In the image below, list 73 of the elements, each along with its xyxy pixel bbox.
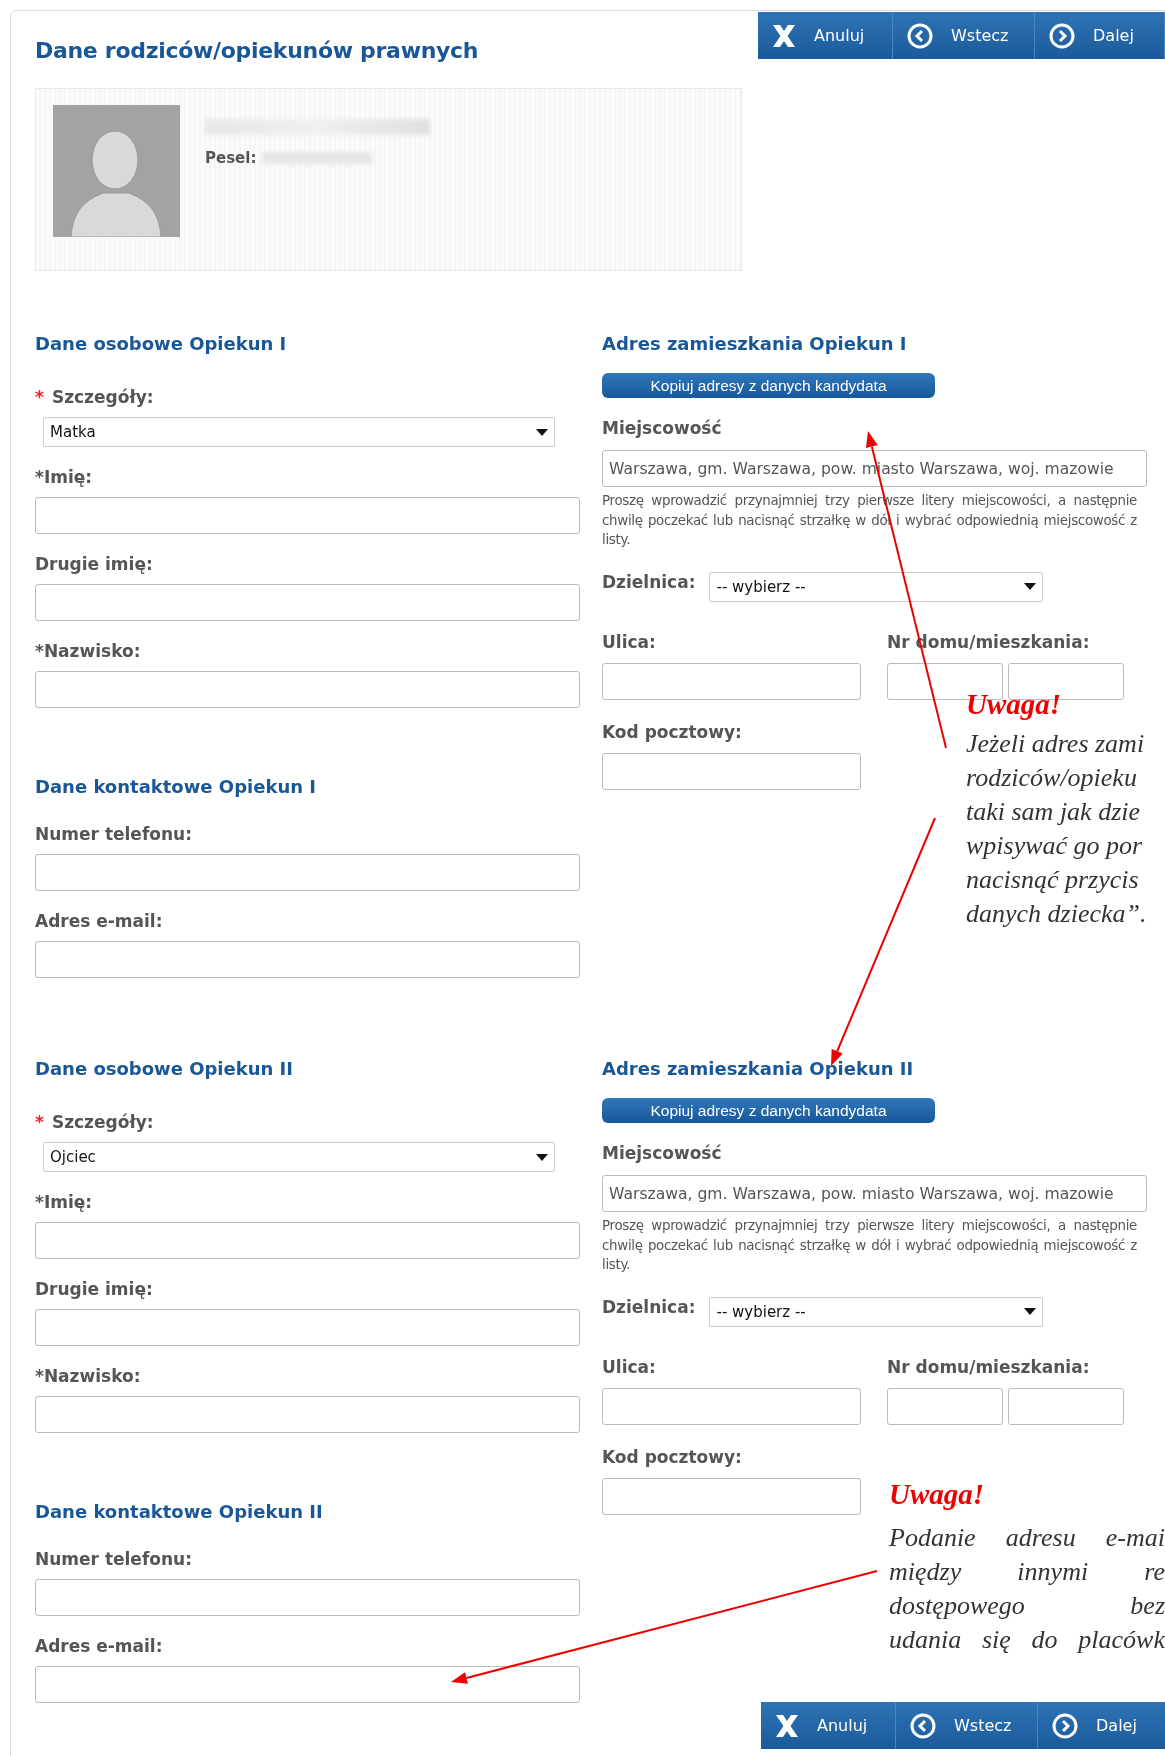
- text-field[interactable]: [35, 1666, 580, 1703]
- field-label: Miejscowość: [602, 1143, 722, 1165]
- next-button[interactable]: Dalej: [1038, 1702, 1165, 1749]
- chevron-left-circle-icon: [907, 22, 933, 49]
- field-label: *Nazwisko:: [35, 641, 141, 663]
- chevron-right-circle-icon: [1049, 22, 1075, 49]
- section-heading: Dane kontaktowe Opiekun I: [35, 776, 317, 799]
- dropdown-caret-icon: [536, 428, 548, 436]
- field-label: Adres e-mail:: [35, 1636, 163, 1658]
- text-field[interactable]: [35, 854, 580, 891]
- field-label: * Szczegóły:: [35, 387, 154, 409]
- section-heading: Adres zamieszkania Opiekun II: [602, 1058, 915, 1081]
- text-field[interactable]: [35, 1222, 580, 1259]
- text-field[interactable]: [602, 1477, 861, 1515]
- dropdown-caret-icon: [1024, 583, 1037, 590]
- text-field[interactable]: [35, 1309, 580, 1346]
- next-button[interactable]: Dalej: [1035, 12, 1165, 59]
- dropdown-caret-icon: [1024, 1308, 1037, 1315]
- text-field[interactable]: [887, 1387, 1003, 1425]
- field-label: Dzielnica:: [602, 1296, 696, 1319]
- copy-address-button[interactable]: Kopiuj adresy z danych kandydata: [602, 373, 935, 398]
- section-heading: Adres zamieszkania Opiekun I: [602, 333, 908, 356]
- annotation-text: Jeżeli adres zami rodziców/opieku taki sam jak dzie wpisywać go por nacisnąć przycis danych dziecka”.: [966, 728, 1148, 930]
- field-label: Nr domu/mieszkania:: [887, 1356, 1090, 1379]
- field-label: Kod pocztowy:: [602, 721, 742, 744]
- text-field[interactable]: [35, 941, 580, 978]
- copy-address-button[interactable]: Kopiuj adresy z danych kandydata: [602, 1098, 935, 1123]
- field-label: Ulica:: [602, 631, 656, 654]
- field-label: Drugie imię:: [35, 554, 153, 576]
- warning-title: Uwaga!: [966, 688, 1063, 721]
- text-field[interactable]: [35, 584, 580, 621]
- text-field[interactable]: [35, 497, 580, 534]
- city-field[interactable]: Warszawa, gm. Warszawa, pow. miasto Warszawa, woj. mazowie: [602, 1175, 1147, 1212]
- page-title: Dane rodziców/opiekunów prawnych: [35, 38, 479, 63]
- field-label: Adres e-mail:: [35, 911, 163, 933]
- close-icon: [772, 24, 796, 47]
- back-button[interactable]: Wstecz: [896, 1702, 1038, 1749]
- select-field[interactable]: Matka: [43, 417, 555, 447]
- text-field[interactable]: [35, 671, 580, 708]
- section-heading: Dane osobowe Opiekun II: [35, 1058, 294, 1081]
- chevron-left-circle-icon: [910, 1712, 936, 1739]
- select-field[interactable]: -- wybierz --: [709, 571, 1044, 602]
- text-field[interactable]: [35, 1579, 580, 1616]
- field-label: Dzielnica:: [602, 571, 696, 594]
- field-label: *Imię:: [35, 467, 93, 489]
- back-button[interactable]: Wstecz: [893, 12, 1035, 59]
- field-label: *Imię:: [35, 1192, 93, 1214]
- cancel-button[interactable]: Anuluj: [761, 1702, 896, 1749]
- chevron-right-circle-icon: [1052, 1712, 1078, 1739]
- select-field[interactable]: -- wybierz --: [709, 1296, 1044, 1327]
- annotation-text: Podanie adresu e-mai między innymi re dostępowego bez udania się do placówk: [889, 1522, 1165, 1656]
- text-field[interactable]: [602, 752, 861, 790]
- text-field[interactable]: [1008, 1387, 1124, 1425]
- text-field[interactable]: [35, 1396, 580, 1433]
- field-label: * Szczegóły:: [35, 1112, 154, 1134]
- text-field[interactable]: [602, 1387, 861, 1425]
- dropdown-caret-icon: [536, 1153, 548, 1161]
- section-heading: Dane kontaktowe Opiekun II: [35, 1501, 324, 1524]
- field-label: Numer telefonu:: [35, 824, 192, 846]
- close-icon: [775, 1714, 799, 1737]
- field-label: Kod pocztowy:: [602, 1446, 742, 1469]
- text-field[interactable]: [602, 662, 861, 700]
- field-label: Miejscowość: [602, 418, 722, 440]
- warning-title: Uwaga!: [889, 1478, 986, 1511]
- section-heading: Dane osobowe Opiekun I: [35, 333, 288, 356]
- cancel-button[interactable]: Anuluj: [758, 12, 893, 59]
- pesel-label: Pesel:: [205, 149, 257, 167]
- field-hint: Proszę wprowadzić przynajmniej trzy pierwsze litery miejscowości, a następnie chwilę poczekać lub nacisnąć strzałkę w dół i wybrać odpowiednią miejscowość z listy.: [602, 1217, 1137, 1274]
- field-label: Ulica:: [602, 1356, 656, 1379]
- select-field[interactable]: Ojciec: [43, 1142, 555, 1172]
- field-label: *Nazwisko:: [35, 1366, 141, 1388]
- field-label: Numer telefonu:: [35, 1549, 192, 1571]
- field-label: Drugie imię:: [35, 1279, 153, 1301]
